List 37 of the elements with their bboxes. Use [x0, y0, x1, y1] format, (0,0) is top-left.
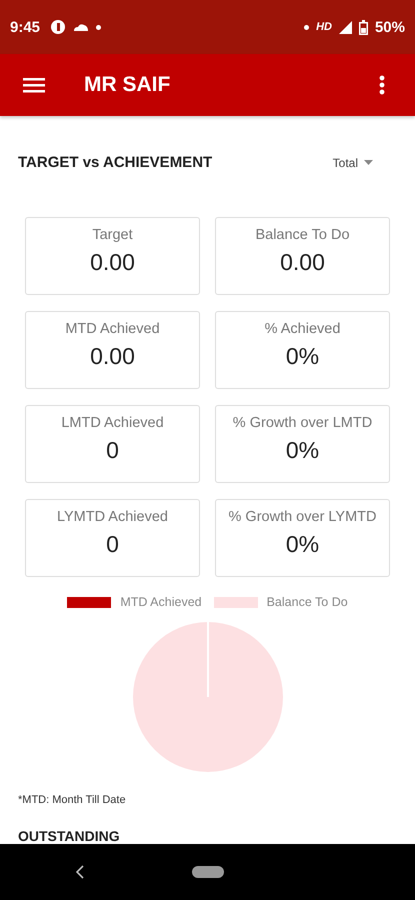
stat-label: % Growth over LYMTD [228, 509, 376, 525]
app-notification-icon [50, 19, 66, 36]
stat-value: 0% [286, 343, 320, 370]
battery-icon [358, 20, 368, 35]
dot-icon [96, 24, 102, 30]
stat-value: 0 [106, 531, 119, 558]
stat-label: % Growth over LMTD [232, 415, 372, 431]
cloud-icon [73, 22, 90, 32]
stat-label: Target [92, 227, 133, 243]
signal-icon [338, 20, 352, 34]
stat-label: LYMTD Achieved [57, 509, 168, 525]
stat-label: MTD Achieved [65, 321, 160, 337]
battery-percent: 50% [374, 18, 405, 36]
network-type: HD [316, 21, 332, 34]
clock-time: 9:45 [10, 18, 40, 36]
stat-label: % Achieved [264, 321, 340, 337]
dot-icon [304, 24, 310, 30]
app-title: MR SAIF [84, 73, 172, 98]
stat-value: 0.00 [280, 249, 325, 276]
back-icon[interactable] [76, 865, 84, 879]
section-title: TARGET vs ACHIEVEMENT [18, 154, 212, 171]
menu-icon[interactable] [23, 77, 45, 94]
footnote: *MTD: Month Till Date [18, 794, 126, 806]
filter-dropdown[interactable]: Total [332, 156, 373, 170]
stat-value: 0.00 [90, 249, 135, 276]
home-button[interactable] [192, 866, 224, 878]
stat-value: 0% [286, 437, 320, 464]
caret-icon [364, 160, 373, 165]
stat-label: Balance To Do [255, 227, 350, 243]
stat-value: 0% [286, 531, 320, 558]
stat-label: LMTD Achieved [61, 415, 164, 431]
section-title: OUTSTANDING [18, 828, 120, 844]
legend-label: Balance To Do [266, 595, 348, 609]
stat-value: 0.00 [90, 343, 135, 370]
stat-value: 0 [106, 437, 119, 464]
more-options-icon[interactable] [379, 75, 385, 96]
legend-label: MTD Achieved [120, 595, 202, 609]
